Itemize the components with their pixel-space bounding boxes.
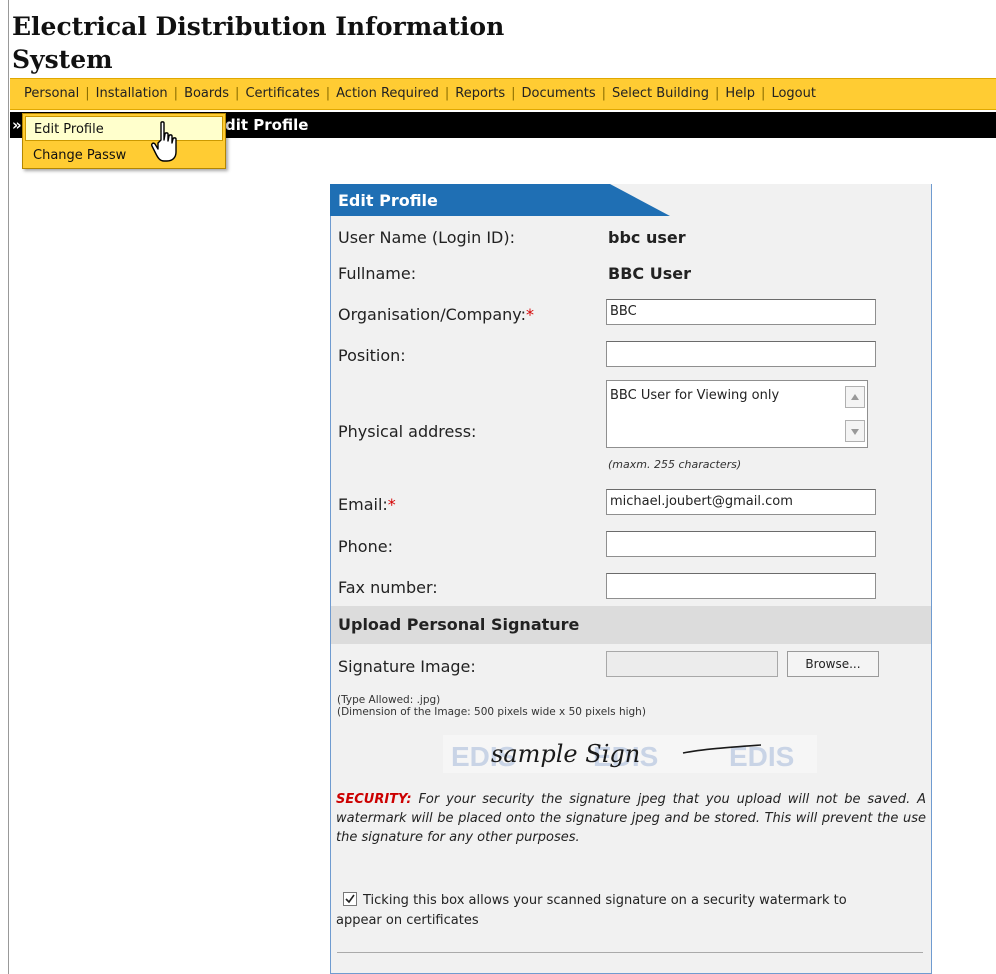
browse-button[interactable]: Browse... [787,651,879,677]
nav-separator: | [715,86,720,101]
nav-separator: | [444,86,450,101]
menu-item-change-password[interactable]: Change Passw [25,143,223,168]
nav-separator: | [761,86,766,101]
nav-separator: | [85,86,90,101]
address-length-note: (maxm. 255 characters) [608,458,742,471]
watermark-right: EDIS [729,741,794,772]
nav-separator: | [173,86,179,101]
signature-file-input[interactable] [606,651,778,677]
nav-documents[interactable]: Documents [520,86,598,101]
breadcrumb: dit Profile [225,116,309,134]
position-label: Position: [338,346,406,365]
signature-script: sample Sign [491,740,640,768]
nav-boards[interactable]: Boards [182,86,231,101]
security-notice: SECURITY: For your security the signatur… [336,790,926,847]
fax-field[interactable] [606,573,876,599]
signature-image-label: Signature Image: [338,657,476,676]
email-field[interactable]: michael.joubert@gmail.com [606,489,876,515]
nav-separator: | [601,86,607,101]
phone-label: Phone: [338,537,393,556]
nav-installation[interactable]: Installation [94,86,170,101]
divider [337,952,923,953]
nav-action-required[interactable]: Action Required [334,86,441,101]
file-dimension-note: (Dimension of the Image: 500 pixels wide… [337,706,646,718]
organisation-field[interactable]: BBC [606,299,876,325]
app-title: Electrical Distribution Information Syst… [12,10,532,76]
nav-help[interactable]: Help [723,86,757,101]
organisation-label: Organisation/Company:* [338,305,534,324]
main-nav: Personal | Installation | Boards | Certificate… [10,78,996,110]
username-value: bbc user [608,228,686,247]
nav-reports[interactable]: Reports [453,86,507,101]
email-label: Email:* [338,495,396,514]
panel-title: Edit Profile [338,191,438,210]
nav-separator: | [325,86,331,101]
nav-certificates[interactable]: Certificates [243,86,321,101]
required-marker: * [525,305,534,324]
scroll-down-button[interactable] [845,420,865,442]
fullname-label: Fullname: [338,264,417,283]
file-type-note: (Type Allowed: .jpg) [337,694,441,706]
address-label: Physical address: [338,422,477,441]
required-marker: * [387,495,396,514]
security-text: For your security the signature jpeg tha… [336,792,926,845]
page-left-border [8,0,9,974]
nav-personal[interactable]: Personal [22,86,81,101]
menu-item-edit-profile[interactable]: Edit Profile [25,116,223,141]
phone-field[interactable] [606,531,876,557]
personal-dropdown-menu: Edit Profile Change Passw [22,113,226,169]
app-title-line1: Electrical Distribution Information [12,12,505,41]
organisation-label-text: Organisation/Company: [338,305,526,324]
nav-separator: | [511,86,516,101]
arrow-down-icon [851,429,859,435]
address-textarea[interactable]: BBC User for Viewing only [606,380,868,448]
arrow-up-icon [851,394,859,400]
nav-logout[interactable]: Logout [769,86,818,101]
breadcrumb-prefix: » [12,116,22,134]
position-field[interactable] [606,341,876,367]
fax-label: Fax number: [338,578,438,597]
fullname-value: BBC User [608,264,691,283]
sample-signature-image: EDIS EDIS EDIS sample Sign [443,735,817,773]
security-label: SECURITY: [336,792,412,807]
hand-cursor-icon [151,121,177,162]
email-label-text: Email: [338,495,388,514]
signature-section-header: Upload Personal Signature [331,606,931,644]
app-title-line2: System [12,45,113,74]
nav-select-building[interactable]: Select Building [610,86,711,101]
signature-watermark-graphic: EDIS EDIS EDIS sample Sign [451,740,794,772]
nav-separator: | [235,86,240,101]
scroll-up-button[interactable] [845,386,865,408]
checkbox-label: Ticking this box allows your scanned sig… [336,893,847,928]
username-label: User Name (Login ID): [338,228,516,247]
